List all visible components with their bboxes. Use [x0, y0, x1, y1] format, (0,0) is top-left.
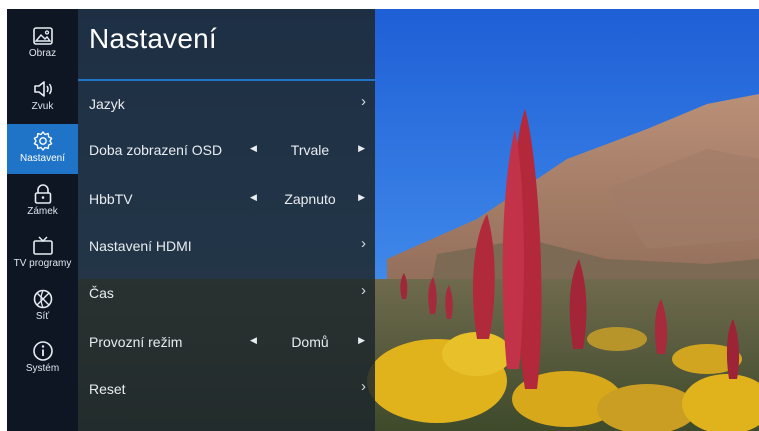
menu-row-label: Čas [89, 285, 114, 301]
arrow-left-icon[interactable]: ◀ [250, 192, 257, 203]
menu-row-provozni-rezim[interactable]: Provozní režim ◀ Domů ▶ [78, 319, 375, 365]
sidebar-item-label: Nastavení [19, 153, 66, 164]
menu-row-jazyk[interactable]: Jazyk › [78, 81, 375, 127]
sidebar-item-label: Síť [35, 311, 50, 322]
sidebar-item-zvuk[interactable]: Zvuk [7, 72, 78, 122]
menu-row-label: Reset [89, 381, 126, 397]
lock-icon [34, 184, 51, 204]
sidebar-item-system[interactable]: Systém [7, 334, 78, 384]
sidebar-item-label: Systém [25, 363, 60, 374]
sidebar-item-obraz[interactable]: Obraz [7, 19, 78, 69]
network-icon [33, 289, 52, 309]
settings-menu-panel: Nastavení Jazyk › Doba zobrazení OSD ◀ T… [78, 9, 375, 431]
chevron-right-icon: › [361, 378, 366, 395]
tv-settings-screen: Obraz Zvuk Nastavení Zámek TV programy S… [7, 9, 759, 431]
menu-row-reset[interactable]: Reset › [78, 366, 375, 412]
menu-row-value: Zapnuto [284, 191, 336, 207]
sidebar-item-nastaveni[interactable]: Nastavení [7, 124, 78, 174]
tv-icon [32, 236, 53, 255]
menu-row-label: HbbTV [89, 191, 133, 207]
chevron-right-icon: › [361, 235, 366, 252]
menu-row-hbbtv[interactable]: HbbTV ◀ Zapnuto ▶ [78, 176, 375, 222]
arrow-right-icon[interactable]: ▶ [358, 192, 365, 203]
menu-row-value: Domů [291, 334, 329, 350]
sidebar-item-label: TV programy [13, 258, 72, 269]
arrow-right-icon[interactable]: ▶ [358, 143, 365, 154]
menu-row-doba-zobrazeni-osd[interactable]: Doba zobrazení OSD ◀ Trvale ▶ [78, 127, 375, 173]
arrow-right-icon[interactable]: ▶ [358, 335, 365, 346]
menu-row-label: Provozní režim [89, 334, 183, 350]
speaker-icon [33, 81, 52, 97]
menu-row-cas[interactable]: Čas › [78, 270, 375, 316]
sidebar-item-zamek[interactable]: Zámek [7, 177, 78, 227]
menu-row-label: Jazyk [89, 96, 125, 112]
sidebar-item-label: Zámek [27, 206, 58, 217]
sidebar-item-label: Obraz [28, 48, 57, 59]
sidebar-item-sit[interactable]: Síť [7, 282, 78, 332]
sidebar-item-label: Zvuk [31, 101, 54, 112]
chevron-right-icon: › [361, 282, 366, 299]
menu-row-value: Trvale [290, 142, 330, 158]
chevron-right-icon: › [361, 93, 366, 110]
image-icon [32, 27, 53, 45]
gear-icon [33, 131, 52, 151]
menu-row-label: Doba zobrazení OSD [89, 142, 223, 158]
menu-row-nastaveni-hdmi[interactable]: Nastavení HDMI › [78, 223, 375, 269]
sidebar-item-tv-programy[interactable]: TV programy [7, 229, 78, 279]
arrow-left-icon[interactable]: ◀ [250, 335, 257, 346]
info-icon [32, 341, 53, 361]
sidebar: Obraz Zvuk Nastavení Zámek TV programy S… [7, 9, 78, 431]
arrow-left-icon[interactable]: ◀ [250, 143, 257, 154]
menu-row-label: Nastavení HDMI [89, 238, 192, 254]
page-title: Nastavení [89, 23, 217, 54]
